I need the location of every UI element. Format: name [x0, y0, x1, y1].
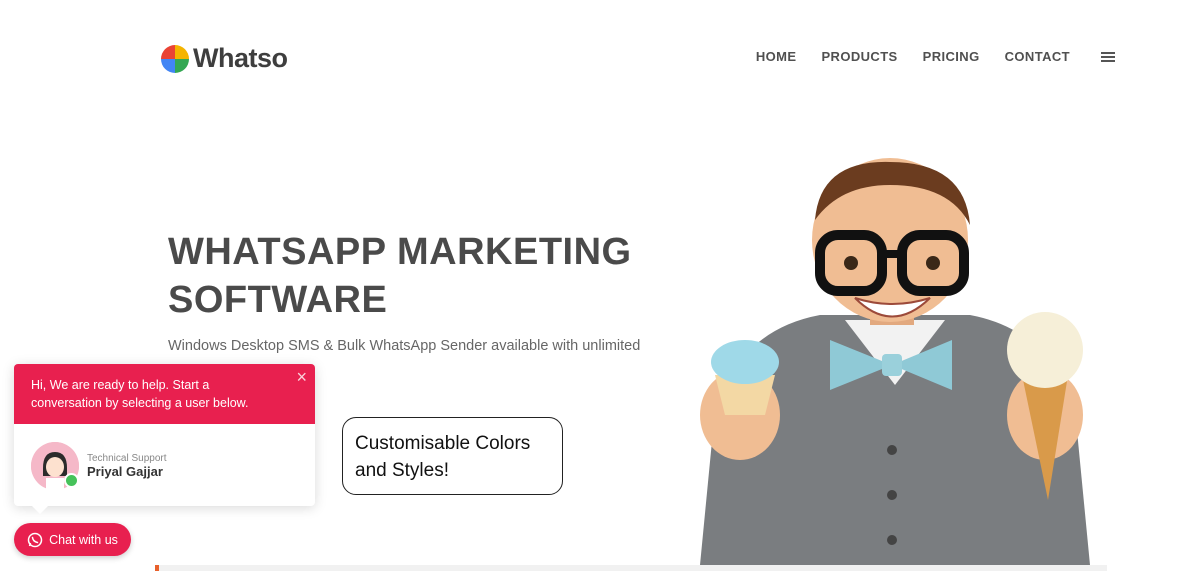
whatsapp-icon	[27, 532, 43, 547]
hamburger-icon[interactable]	[1101, 51, 1115, 62]
nav-pricing[interactable]: PRICING	[923, 49, 980, 64]
hero-title: WHATSAPP MARKETING SOFTWARE	[168, 231, 632, 321]
customization-callout: Customisable Colors and Styles!	[342, 417, 563, 495]
agent-name: Priyal Gajjar	[87, 464, 163, 479]
chat-button-label: Chat with us	[49, 532, 118, 547]
chat-popup-header: Hi, We are ready to help. Start a conver…	[14, 364, 315, 424]
chat-greeting: Hi, We are ready to help. Start a conver…	[31, 378, 249, 410]
chat-popup: Hi, We are ready to help. Start a conver…	[14, 364, 315, 514]
chat-popup-tail	[32, 506, 48, 514]
progress-accent	[155, 565, 159, 571]
hero-subtitle: Windows Desktop SMS & Bulk WhatsApp Send…	[168, 338, 641, 354]
progress-track	[155, 565, 1107, 571]
brand-name: Whatso	[193, 43, 288, 73]
hero-kid-illustration	[700, 158, 1090, 565]
main-nav: HOME PRODUCTS PRICING CONTACT	[731, 49, 1115, 64]
agent-role: Technical Support	[87, 453, 167, 464]
online-status-icon	[64, 473, 79, 488]
close-icon[interactable]: ×	[296, 368, 307, 386]
chat-with-us-button[interactable]: Chat with us	[14, 523, 131, 556]
agent-card[interactable]: Technical Support Priyal Gajjar	[31, 442, 167, 490]
nav-home[interactable]: HOME	[756, 49, 797, 64]
logo-mark-icon	[161, 44, 189, 73]
nav-contact[interactable]: CONTACT	[1005, 49, 1070, 64]
nav-products[interactable]: PRODUCTS	[821, 49, 897, 64]
avatar	[31, 442, 79, 490]
brand-logo[interactable]: Whatso	[161, 43, 288, 74]
